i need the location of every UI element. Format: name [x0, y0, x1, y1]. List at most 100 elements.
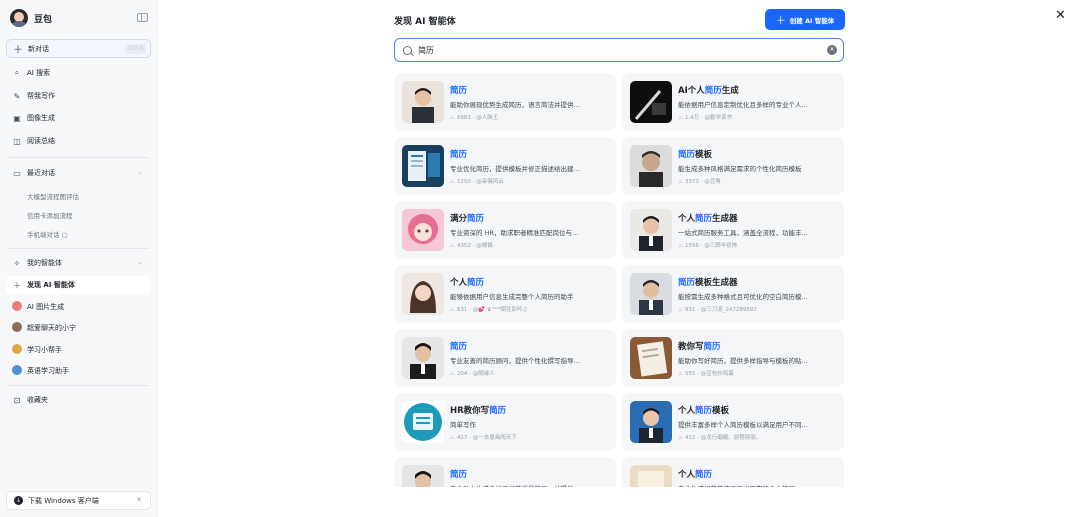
agent-card[interactable]: 个人简历模板 提供丰富多样个人简历模板以满足用户不同… ♨ 412 · @龙行崛崛、前… — [622, 393, 844, 451]
usage-count: 1250 — [456, 179, 471, 185]
sidebar: 豆包 ＋ 新对话 Ctrl K ⌕ AI 搜索 ✎ 帮我写作 ▣ 图像生成 ◫ … — [0, 0, 158, 517]
divider — [8, 248, 149, 249]
create-agent-label: 创建 AI 智能体 — [789, 16, 835, 25]
agent-name: 教你写简历 — [678, 340, 721, 352]
nav-label: 图像生成 — [27, 114, 55, 122]
agent-thumbnail — [402, 401, 444, 443]
agent-card[interactable]: 简历模板 能生成多种风格满足需求的个性化简历模板 ♨ 3373 · @豆角 — [622, 137, 844, 195]
agent-card[interactable]: AI个人简历生成 能依据用户信息定制优化且多样的专业个人… ♨ 1.4万 · @勤学读… — [622, 73, 844, 131]
fire-icon: ♨ — [450, 371, 455, 377]
nav-image-generation[interactable]: ▣ 图像生成 — [6, 109, 151, 127]
agent-meta: ♨ 4352 · @橘猫 — [450, 241, 493, 249]
recent-chats-header[interactable]: ▭ 最近对话 ⌄ — [6, 164, 151, 182]
agent-ai-image[interactable]: AI 图片生成 — [6, 298, 151, 316]
fire-icon: ♨ — [450, 179, 455, 185]
agent-meta: ♨ 412 · @龙行崛崛、前程丽丽。 — [678, 433, 761, 441]
agent-card[interactable]: 简历 专业友善的简历顾问，提供个性化撰写指导… ♨ 204 · @随缘人 — [394, 329, 616, 387]
agent-name: 简历模板 — [678, 148, 712, 160]
fire-icon: ♨ — [678, 371, 683, 377]
agent-name-part: 个人 — [450, 278, 468, 288]
fire-icon: ♨ — [678, 307, 683, 313]
app-window: 豆包 ＋ 新对话 Ctrl K ⌕ AI 搜索 ✎ 帮我写作 ▣ 图像生成 ◫ … — [0, 0, 1080, 517]
agent-meta: ♨ 631 · @💕 ♛²⁰¹⁹陌往彭吟♫ — [450, 305, 527, 313]
close-icon[interactable]: ✕ — [1055, 8, 1066, 23]
nav-discover-agents[interactable]: ＋ 发现 AI 智能体 — [6, 276, 151, 294]
nav-label: 阅读总结 — [27, 137, 55, 145]
agent-meta: ♨ 3373 · @豆角 — [678, 177, 721, 185]
agent-description: 专业优化简历，提供模板并修正描述给出建… — [450, 165, 580, 173]
nav-writing[interactable]: ✎ 帮我写作 — [6, 87, 151, 105]
create-agent-button[interactable]: ＋ 创建 AI 智能体 — [765, 9, 845, 30]
agent-study-helper[interactable]: 学习小帮手 — [6, 341, 151, 359]
recent-chat-item[interactable]: 大模型流程图评估 — [27, 191, 79, 201]
close-icon[interactable]: ✕ — [136, 496, 142, 504]
agent-card[interactable]: 个人简历生成器 一站式简历服务工具，涵盖全流程，功能丰… ♨ 1556 · @三顾半妖… — [622, 201, 844, 259]
writing-icon: ✎ — [13, 91, 21, 101]
agent-avatar-icon — [12, 344, 22, 356]
agent-description: 专业生成规范简洁且突出要素的个人简历 — [678, 483, 838, 487]
nav-reading-summary[interactable]: ◫ 阅读总结 — [6, 132, 151, 150]
agent-card[interactable]: 教你写简历 能助你写好简历，提供多样指导与模板的贴… ♨ 555 · @豆包炒鸡蛋 — [622, 329, 844, 387]
chevron-down-icon: ⌄ — [137, 258, 143, 266]
agent-name-highlight: 简历 — [695, 470, 713, 480]
ai-search-icon: ⌕ — [14, 68, 20, 77]
agent-name-highlight: 简历 — [695, 214, 713, 224]
agent-author: @随缘人 — [472, 371, 495, 377]
nav-label: AI 搜索 — [27, 69, 51, 77]
agent-meta: ♨ 1.4万 · @勤学读书 — [678, 113, 732, 121]
agent-description: 专业资深的 HR，助求职者精准匹配岗位与… — [450, 229, 579, 237]
agent-thumbnail — [630, 465, 672, 487]
collapse-sidebar-icon[interactable] — [137, 13, 148, 22]
usage-count: 412 — [684, 435, 696, 441]
agent-chat-girl[interactable]: 超爱聊天的小宁 — [6, 319, 151, 337]
agent-grid: 简历 能助你展现优势生成简历，语言简洁并提供… ♨ 6983 · @人脉王 AI个人简历… — [394, 73, 846, 487]
new-chat-button[interactable]: ＋ 新对话 Ctrl K — [6, 39, 151, 58]
download-client-button[interactable]: ↓ 下载 Windows 客户端 ✕ — [6, 491, 151, 510]
agent-card[interactable]: 简历专业助力生成多样且规范质量简历，并提供… — [394, 457, 616, 487]
fire-icon: ♨ — [678, 435, 683, 441]
nav-favorites[interactable]: ⊡ 收藏夹 — [6, 391, 151, 409]
agent-card[interactable]: 个人简历专业生成规范简洁且突出要素的个人简历 — [622, 457, 844, 487]
agent-avatar-icon — [12, 322, 22, 334]
my-agents-label: 我的智能体 — [27, 259, 62, 267]
agent-thumbnail — [402, 273, 444, 315]
agent-thumbnail — [402, 209, 444, 251]
agent-name: 简历 — [450, 340, 467, 352]
agent-name-part: 满分 — [450, 214, 468, 224]
nav-label: 收藏夹 — [27, 396, 48, 404]
agent-card[interactable]: 简历 专业优化简历，提供模板并修正描述给出建… ♨ 1250 · @采薇风云 — [394, 137, 616, 195]
agent-card[interactable]: 简历模板生成器 能按需生成多种格式且可优化的空白简历模… ♨ 931 · @三刀流_2… — [622, 265, 844, 323]
agent-card[interactable]: 满分简历 专业资深的 HR，助求职者精准匹配岗位与… ♨ 4352 · @橘猫 — [394, 201, 616, 259]
agent-author: @橘猫 — [476, 243, 493, 249]
divider — [8, 385, 149, 386]
agent-author: @一本厘画闯天下 — [472, 435, 517, 441]
agent-name: 简历 — [450, 84, 467, 96]
agent-name-highlight: 简历 — [489, 406, 507, 416]
agent-name-highlight: 简历 — [703, 342, 721, 352]
agent-description: 专业助力生成多样且规范质量简历，并提供… — [450, 483, 610, 487]
nav-ai-search[interactable]: ⌕ AI 搜索 — [6, 64, 151, 82]
my-agents-header[interactable]: ✧ 我的智能体 ⌄ — [6, 254, 151, 272]
usage-count: 1.4万 — [684, 115, 700, 121]
search-icon — [403, 45, 412, 55]
agent-name-part: 个人 — [678, 406, 696, 416]
agent-name-highlight: 简历 — [450, 150, 468, 160]
agent-author: @三顾半妖怖 — [704, 243, 738, 249]
agent-card[interactable]: 简历 能助你展现优势生成简历，语言简洁并提供… ♨ 6983 · @人脉王 — [394, 73, 616, 131]
agent-card[interactable]: HR教你写简历 简单写作 ♨ 417 · @一本厘画闯天下 — [394, 393, 616, 451]
brand-avatar — [10, 9, 28, 27]
recent-chats-label: 最近对话 — [27, 169, 55, 177]
clear-search-icon[interactable]: ✕ — [827, 45, 837, 55]
agent-card[interactable]: 个人简历 能够依据用户信息生成完整个人简历的助手 ♨ 631 · @💕 ♛²⁰¹⁹陌往… — [394, 265, 616, 323]
agent-english-helper[interactable]: 英语学习助手 — [6, 362, 151, 380]
agent-name: 个人简历 — [678, 468, 712, 480]
search-input[interactable] — [418, 45, 818, 55]
agent-name: 简历 — [450, 468, 467, 480]
agent-meta: ♨ 6983 · @人脉王 — [450, 113, 498, 121]
agent-name-part: HR教你写 — [450, 406, 490, 416]
brand[interactable]: 豆包 — [10, 9, 52, 27]
recent-chat-item[interactable]: 信用卡添加流程 — [27, 210, 73, 220]
agent-name-part: 教你写 — [678, 342, 704, 352]
agent-name-part: 模板 — [695, 150, 713, 160]
recent-chat-item[interactable]: 手机端对话 ▢ — [27, 229, 68, 239]
